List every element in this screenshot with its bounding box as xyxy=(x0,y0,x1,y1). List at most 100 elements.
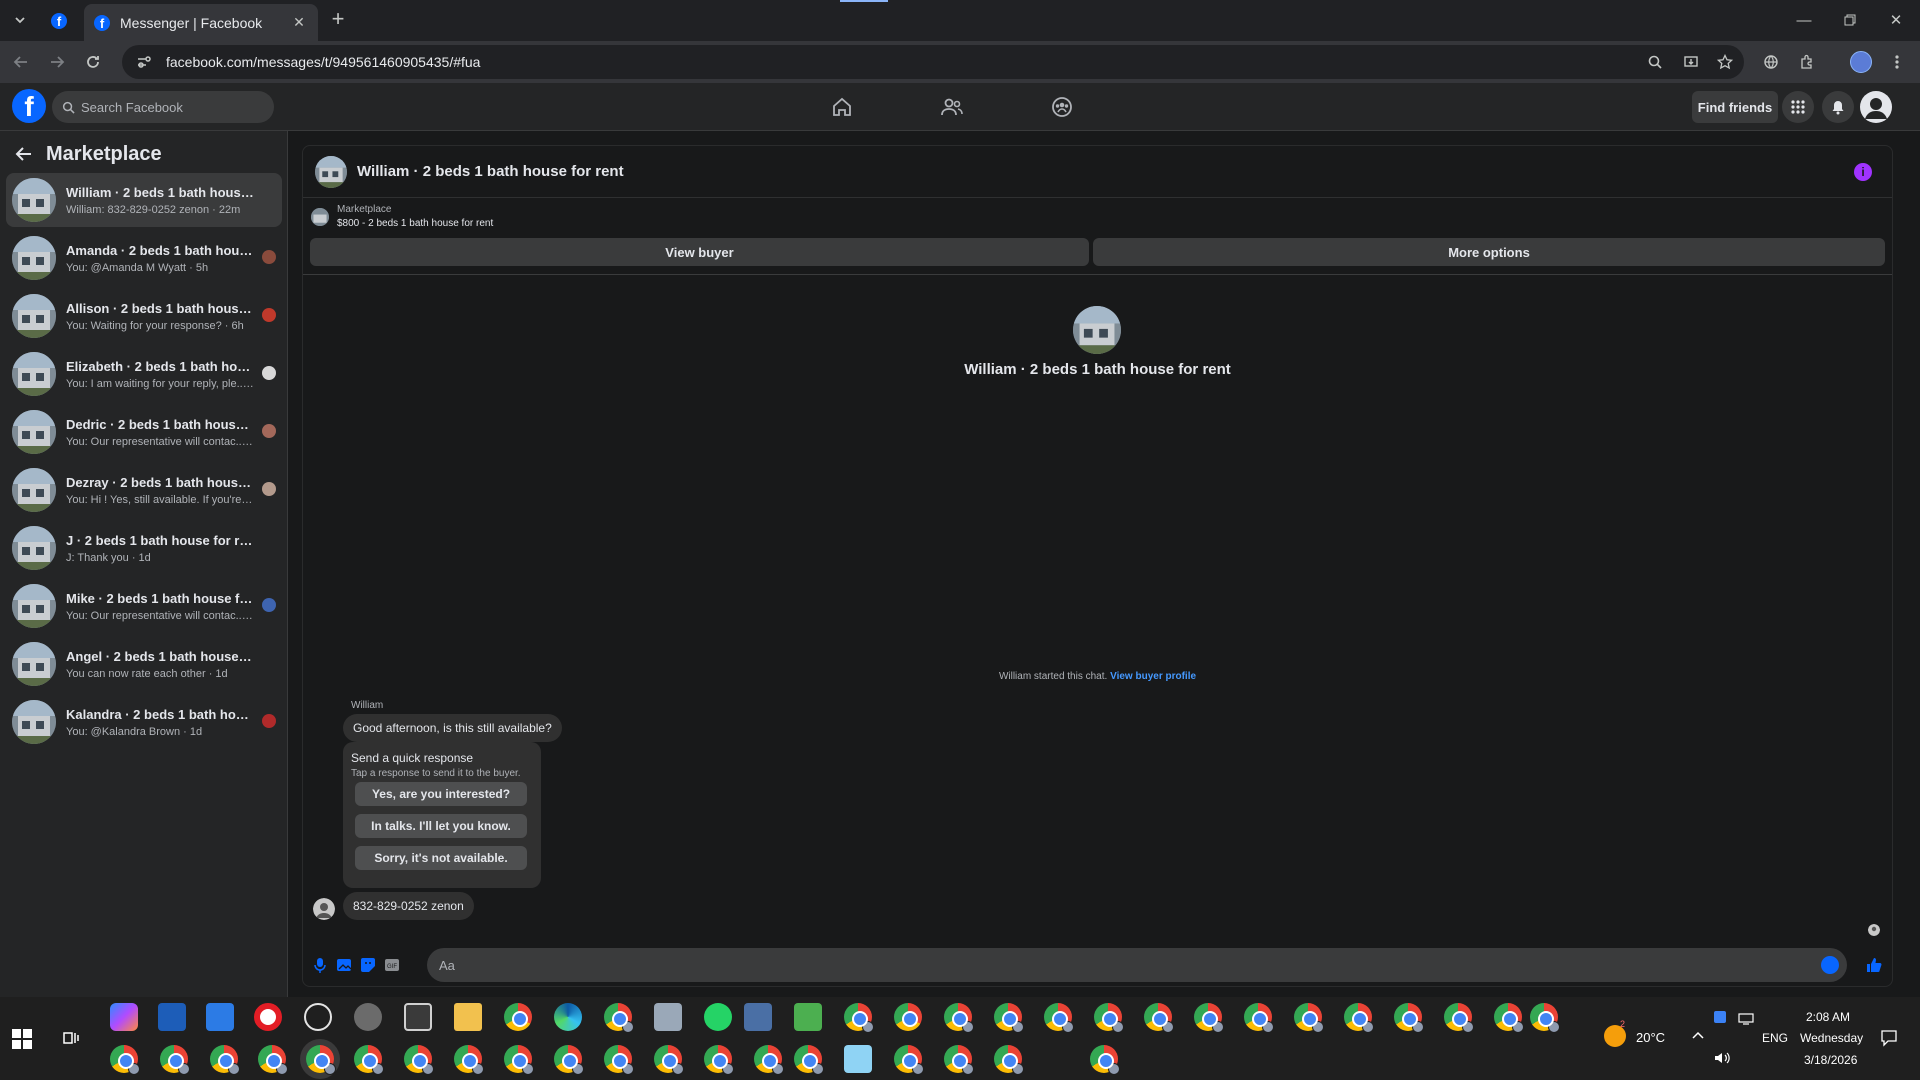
listing-summary[interactable]: Marketplace $800 - 2 beds 1 bath house f… xyxy=(311,204,493,229)
install-app-icon[interactable] xyxy=(1678,49,1704,75)
friends-icon[interactable] xyxy=(940,95,964,119)
back-arrow-icon[interactable] xyxy=(14,144,36,166)
chat-header-title[interactable]: William · 2 beds 1 bath house for rent xyxy=(357,163,624,180)
forward-arrow-icon[interactable] xyxy=(44,49,70,75)
chrome-profile-icon[interactable] xyxy=(258,1045,288,1075)
chrome-profile-icon[interactable] xyxy=(944,1003,974,1033)
tray-app-icon[interactable] xyxy=(1714,1011,1726,1023)
account-avatar[interactable] xyxy=(1860,91,1892,123)
volume-icon[interactable] xyxy=(1714,1051,1730,1065)
quick-response-button[interactable]: In talks. I'll let you know. xyxy=(355,814,527,838)
gif-icon[interactable]: GIF xyxy=(383,956,401,974)
sticker-icon[interactable] xyxy=(359,956,377,974)
chrome-profile-icon[interactable] xyxy=(894,1003,922,1031)
bookmark-star-icon[interactable] xyxy=(1712,49,1738,75)
info-icon[interactable]: i xyxy=(1854,163,1872,181)
input-language[interactable]: ENG xyxy=(1762,1031,1788,1045)
browser-menu-icon[interactable] xyxy=(1884,49,1910,75)
chrome-profile-icon[interactable] xyxy=(454,1045,484,1075)
home-icon[interactable] xyxy=(830,95,854,119)
settings-gear-icon[interactable] xyxy=(354,1003,382,1031)
chrome-profile-icon[interactable] xyxy=(504,1045,534,1075)
chrome-profile-icon[interactable] xyxy=(994,1045,1024,1075)
more-options-button[interactable]: More options xyxy=(1093,238,1885,266)
chrome-profile-icon[interactable] xyxy=(1530,1003,1560,1033)
view-buyer-button[interactable]: View buyer xyxy=(310,238,1089,266)
chrome-profile-icon[interactable] xyxy=(1094,1003,1124,1033)
id-card-app-icon[interactable] xyxy=(744,1003,772,1031)
chrome-profile-icon[interactable] xyxy=(1194,1003,1224,1033)
opera-icon[interactable] xyxy=(254,1003,282,1031)
chrome-profile-icon[interactable] xyxy=(1394,1003,1424,1033)
view-buyer-profile-link[interactable]: View buyer profile xyxy=(1110,671,1196,682)
weather-temperature[interactable]: 20°C xyxy=(1636,1030,1665,1045)
conversation-item[interactable]: J · 2 beds 1 bath house for rent J: Thank… xyxy=(6,521,282,575)
chrome-profile-icon[interactable] xyxy=(210,1045,240,1075)
chatgpt-icon[interactable] xyxy=(304,1003,332,1031)
chrome-profile-icon[interactable] xyxy=(994,1003,1024,1033)
chrome-profile-icon[interactable] xyxy=(844,1003,874,1033)
chevron-up-icon[interactable] xyxy=(1692,1031,1704,1039)
message-input[interactable]: Aa xyxy=(427,948,1847,982)
zoom-icon[interactable] xyxy=(1642,49,1668,75)
notepad-icon[interactable] xyxy=(844,1045,872,1073)
chrome-icon[interactable] xyxy=(504,1003,532,1031)
sender-avatar[interactable] xyxy=(313,898,335,920)
whatsapp-icon[interactable] xyxy=(704,1003,732,1031)
notifications-bell-icon[interactable] xyxy=(1822,91,1854,123)
new-tab-button[interactable]: + xyxy=(326,8,350,32)
groups-icon[interactable] xyxy=(1050,95,1074,119)
notification-center-icon[interactable] xyxy=(1880,1029,1898,1047)
tab-search-button[interactable] xyxy=(8,8,32,32)
minimize-button[interactable]: — xyxy=(1792,8,1816,32)
menu-grid-icon[interactable] xyxy=(1782,91,1814,123)
facebook-search-input[interactable]: Search Facebook xyxy=(52,91,274,123)
photos-app-icon[interactable] xyxy=(654,1003,682,1031)
chrome-profile-icon[interactable] xyxy=(110,1045,140,1075)
conversation-item[interactable]: Angel · 2 beds 1 bath house for rent You … xyxy=(6,637,282,691)
security-shield-icon[interactable] xyxy=(404,1003,432,1031)
emoji-icon[interactable] xyxy=(1821,956,1839,974)
chrome-profile-icon[interactable] xyxy=(604,1003,634,1033)
close-window-button[interactable]: ✕ xyxy=(1884,8,1908,32)
file-explorer-icon[interactable] xyxy=(454,1003,482,1031)
reload-icon[interactable] xyxy=(80,49,106,75)
edge-icon[interactable] xyxy=(554,1003,582,1031)
chrome-profile-icon[interactable] xyxy=(1444,1003,1474,1033)
address-bar[interactable]: facebook.com/messages/t/949561460905435/… xyxy=(122,45,1744,79)
quick-response-button[interactable]: Yes, are you interested? xyxy=(355,782,527,806)
chrome-profile-icon[interactable] xyxy=(794,1045,824,1075)
extensions-puzzle-icon[interactable] xyxy=(1794,49,1820,75)
chrome-profile-icon[interactable] xyxy=(1294,1003,1324,1033)
site-info-icon[interactable] xyxy=(136,54,152,70)
chrome-active-window-icon[interactable] xyxy=(306,1045,336,1075)
chrome-profile-icon[interactable] xyxy=(1244,1003,1274,1033)
copilot-icon[interactable] xyxy=(110,1003,138,1031)
conversation-item[interactable]: Kalandra · 2 beds 1 bath house f... You: … xyxy=(6,695,282,749)
chrome-profile-icon[interactable] xyxy=(1144,1003,1174,1033)
photo-icon[interactable] xyxy=(335,956,353,974)
chrome-profile-icon[interactable] xyxy=(404,1045,434,1075)
chrome-profile-icon[interactable] xyxy=(894,1045,924,1075)
restore-button[interactable] xyxy=(1838,8,1862,32)
spreadsheet-app-icon[interactable] xyxy=(794,1003,822,1031)
microphone-icon[interactable] xyxy=(311,956,329,974)
profile-avatar-icon[interactable] xyxy=(1848,49,1874,75)
chrome-profile-icon[interactable] xyxy=(654,1045,684,1075)
microsoft-store-icon[interactable] xyxy=(158,1003,186,1031)
active-tab[interactable]: f Messenger | Facebook ✕ xyxy=(84,4,318,41)
conversation-item[interactable]: Elizabeth · 2 beds 1 bath house f... You:… xyxy=(6,347,282,401)
facebook-logo-icon[interactable]: f xyxy=(12,89,46,123)
chrome-profile-icon[interactable] xyxy=(554,1045,584,1075)
network-icon[interactable] xyxy=(1738,1013,1754,1025)
chrome-profile-icon[interactable] xyxy=(754,1045,784,1075)
back-arrow-icon[interactable] xyxy=(8,49,34,75)
media-player-icon[interactable] xyxy=(206,1003,234,1031)
find-friends-button[interactable]: Find friends xyxy=(1692,91,1778,123)
conversation-item[interactable]: Dedric · 2 beds 1 bath house for ... You:… xyxy=(6,405,282,459)
pinned-tab-facebook[interactable]: f xyxy=(46,8,72,34)
conversation-item[interactable]: Amanda · 2 beds 1 bath house f... You: @A… xyxy=(6,231,282,285)
conversation-item[interactable]: Dezray · 2 beds 1 bath house for... You: … xyxy=(6,463,282,517)
chrome-profile-icon[interactable] xyxy=(354,1045,384,1075)
chrome-profile-icon[interactable] xyxy=(704,1045,734,1075)
